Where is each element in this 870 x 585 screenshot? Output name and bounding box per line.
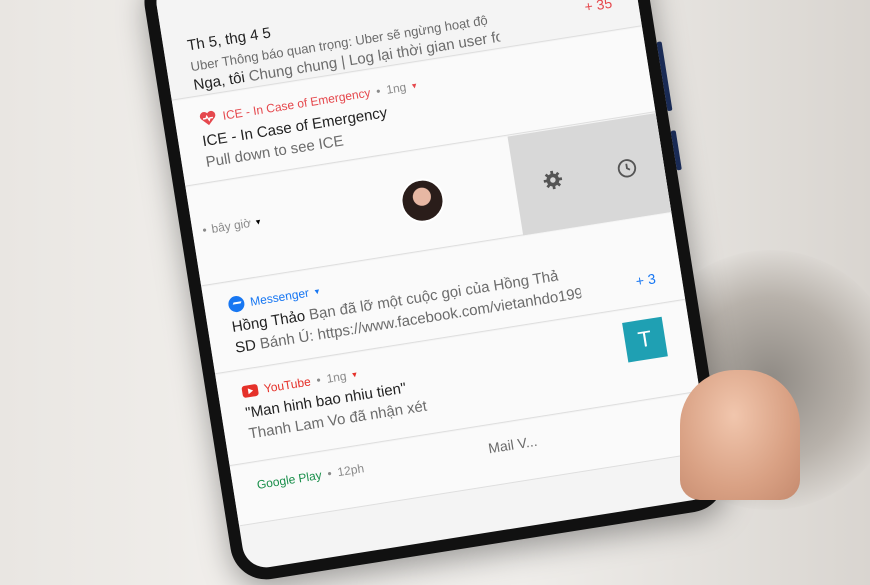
avatar [397, 175, 448, 226]
notification-shade: Th 5, thg 4 5 Uber Thông báo quan trọng:… [153, 0, 717, 571]
messenger-icon [227, 294, 246, 314]
youtube-icon [241, 383, 260, 399]
play-time: 12ph [336, 461, 366, 480]
finger [680, 370, 800, 500]
phone-device: Th 5, thg 4 5 Uber Thông báo quan trọng:… [139, 0, 731, 585]
chevron-down-icon[interactable]: ▾ [411, 80, 417, 92]
play-app-name: Google Play [255, 467, 323, 492]
chevron-down-icon[interactable]: ▾ [314, 285, 320, 297]
youtube-thumbnail: T [622, 316, 668, 363]
chevron-down-icon[interactable]: ▾ [255, 216, 261, 228]
youtube-time: 1ng [325, 368, 348, 386]
messenger-app-name: Messenger [249, 285, 310, 309]
play-extra: Mail V... [487, 432, 539, 457]
power-button [670, 130, 682, 171]
youtube-app-name: YouTube [262, 374, 312, 396]
uber-count-badge: + 35 [583, 0, 614, 15]
gear-icon[interactable] [540, 168, 565, 193]
heart-icon [199, 110, 216, 126]
volume-button [656, 41, 673, 112]
ice-time: 1ng [385, 79, 408, 97]
chevron-down-icon[interactable]: ▾ [351, 369, 357, 381]
messenger-sender-2: SD [233, 336, 258, 357]
messenger-count-badge: + 3 [634, 270, 657, 290]
swiped-time: bây giờ [210, 215, 253, 236]
clock-icon[interactable] [614, 156, 639, 181]
